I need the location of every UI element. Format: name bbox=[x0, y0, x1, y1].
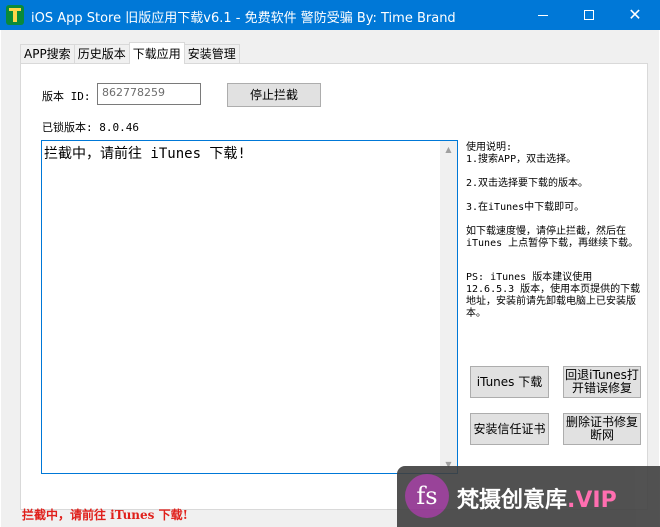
log-scrollbar[interactable]: ▲ ▼ bbox=[440, 141, 457, 473]
scroll-up-icon[interactable]: ▲ bbox=[440, 141, 457, 158]
help-step-2: 2.双击选择要下载的版本。 bbox=[466, 178, 589, 189]
tab-app-search[interactable]: APP搜索 bbox=[20, 44, 75, 64]
status-text: 拦截中，请前往 iTunes 下载! bbox=[22, 508, 188, 522]
watermark-text-main: 梵摄创意库 bbox=[457, 488, 568, 513]
tab-download-app[interactable]: 下载应用 bbox=[128, 42, 185, 64]
title-bar: iOS App Store 旧版应用下载v6.1 - 免费软件 警防受骗 By:… bbox=[0, 0, 660, 30]
itunes-download-button[interactable]: iTunes 下载 bbox=[470, 366, 549, 398]
help-tip: 如下载速度慢，请停止拦截，然后在 iTunes 上点暂停下载，再继续下载。 bbox=[466, 226, 639, 249]
tab-strip: APP搜索 历史版本 下载应用 安装管理 bbox=[20, 42, 240, 64]
maximize-icon bbox=[584, 10, 594, 20]
app-icon bbox=[6, 5, 24, 25]
help-panel: 使用说明: 1.搜索APP，双击选择。 2.双击选择要下载的版本。 3.在iTu… bbox=[466, 142, 646, 320]
watermark-text: 梵摄创意库.VIP bbox=[457, 482, 617, 514]
close-icon: ✕ bbox=[628, 5, 642, 24]
window-title: iOS App Store 旧版应用下载v6.1 - 免费软件 警防受骗 By:… bbox=[31, 11, 456, 26]
install-cert-button[interactable]: 安装信任证书 bbox=[470, 413, 549, 445]
stop-intercept-button[interactable]: 停止拦截 bbox=[227, 83, 321, 107]
delete-cert-button[interactable]: 删除证书修复断网 bbox=[563, 413, 641, 445]
tab-install-manage[interactable]: 安装管理 bbox=[183, 44, 240, 64]
version-id-input[interactable]: 862778259 bbox=[97, 83, 201, 105]
version-id-label: 版本 ID: bbox=[42, 90, 91, 103]
watermark: fs 梵摄创意库.VIP bbox=[397, 466, 660, 527]
tab-history-versions[interactable]: 历史版本 bbox=[73, 44, 130, 64]
maximize-button[interactable] bbox=[566, 0, 612, 30]
help-step-3: 3.在iTunes中下载即可。 bbox=[466, 202, 585, 213]
help-title: 使用说明: bbox=[466, 142, 513, 153]
help-step-1: 1.搜索APP，双击选择。 bbox=[466, 154, 577, 165]
watermark-logo-icon: fs bbox=[405, 474, 449, 518]
rollback-itunes-button[interactable]: 回退iTunes打开错误修复 bbox=[563, 366, 641, 398]
client-area: APP搜索 历史版本 下载应用 安装管理 版本 ID: 862778259 停止… bbox=[1, 30, 659, 527]
log-textarea[interactable]: 拦截中，请前往 iTunes 下载! ▲ ▼ bbox=[41, 140, 458, 474]
log-text: 拦截中，请前往 iTunes 下载! bbox=[44, 146, 246, 162]
minimize-icon bbox=[538, 14, 548, 16]
help-ps: PS: iTunes 版本建议使用 12.6.5.3 版本，使用本页提供的下载地… bbox=[466, 272, 641, 319]
minimize-button[interactable] bbox=[520, 0, 566, 30]
locked-version-text: 已锁版本: 8.0.46 bbox=[42, 121, 139, 134]
watermark-text-suffix: .VIP bbox=[567, 488, 617, 513]
close-button[interactable]: ✕ bbox=[612, 0, 658, 30]
